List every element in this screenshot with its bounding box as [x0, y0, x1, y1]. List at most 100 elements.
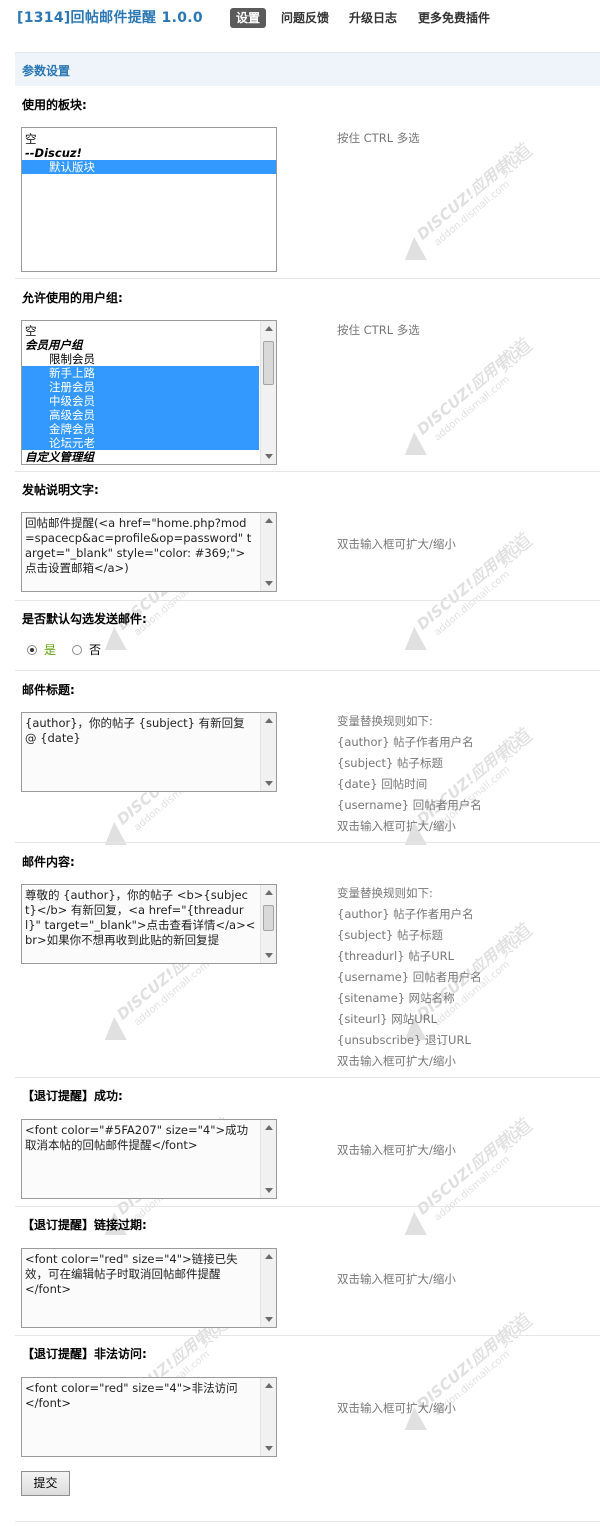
svg-text:贰道: 贰道: [491, 725, 537, 767]
svg-text:DISCUZ!应用中心: DISCUZ!应用中心: [413, 1121, 525, 1219]
forums-select[interactable]: 空 --Discuz! 默认版块: [21, 127, 277, 272]
forums-option[interactable]: --Discuz!: [22, 146, 276, 160]
usergroups-option[interactable]: 空: [22, 324, 259, 338]
mail-content-hint-line: {username} 回帖者用户名: [337, 970, 482, 984]
scroll-up-icon[interactable]: [265, 1254, 273, 1259]
mail-title-scrollbar[interactable]: [260, 713, 276, 791]
usergroups-hint: 按住 CTRL 多选: [337, 323, 420, 337]
scroll-up-icon[interactable]: [265, 326, 273, 331]
unsub-success-textarea[interactable]: <font color="#5FA207" size="4">成功取消本帖的回帖…: [21, 1119, 277, 1199]
usergroups-scrollbar[interactable]: [260, 321, 276, 464]
scroll-up-icon[interactable]: [265, 1383, 273, 1388]
mail-content-hint-line: 变量替换规则如下:: [337, 886, 433, 900]
post-desc-value: 回帖邮件提醒(<a href="home.php?mod=spacecp&ac=…: [25, 516, 252, 575]
svg-text:贰道: 贰道: [491, 140, 537, 182]
radio-yes-label[interactable]: 是: [44, 642, 56, 658]
forums-label: 使用的板块:: [22, 98, 87, 112]
svg-text:addon.dismall.com: addon.dismall.com: [132, 959, 212, 1028]
radio-no[interactable]: [72, 645, 82, 655]
divider: [15, 278, 600, 279]
usergroups-option[interactable]: 自定义管理组: [22, 450, 259, 464]
tab-feedback[interactable]: 问题反馈: [279, 8, 331, 28]
unsub-expired-textarea[interactable]: <font color="red" size="4">链接已失效，可在编辑帖子时…: [21, 1248, 277, 1328]
tab-more-plugins[interactable]: 更多免费插件: [416, 8, 492, 28]
unsub-success-label: 【退订提醒】成功:: [22, 1089, 123, 1103]
mail-title-value: {author}，你的帖子 {subject} 有新回复 @ {date}: [25, 716, 249, 745]
unsub-illegal-value: <font color="red" size="4">非法访问 </font>: [25, 1381, 238, 1410]
usergroups-option[interactable]: 高级会员: [22, 408, 259, 422]
usergroups-option[interactable]: 会员用户组: [22, 338, 259, 352]
radio-no-label[interactable]: 否: [89, 642, 101, 658]
scroll-down-icon[interactable]: [265, 953, 273, 958]
svg-text:addon.dismall.com: addon.dismall.com: [432, 569, 512, 638]
divider: [15, 1206, 600, 1207]
tab-changelog[interactable]: 升级日志: [347, 8, 399, 28]
usergroups-option[interactable]: 限制会员: [22, 352, 259, 366]
unsub-success-scrollbar[interactable]: [260, 1120, 276, 1198]
mail-content-label: 邮件内容:: [22, 855, 75, 869]
scroll-up-icon[interactable]: [265, 718, 273, 723]
svg-text:贰道: 贰道: [491, 335, 537, 377]
mail-title-hint-line: 变量替换规则如下:: [337, 714, 433, 728]
watermark-logo: DISCUZ!应用中心addon.dismall.com贰道: [401, 335, 537, 455]
scroll-down-icon[interactable]: [265, 1446, 273, 1451]
scroll-down-icon[interactable]: [265, 454, 273, 459]
divider: [15, 1521, 600, 1522]
mail-title-textarea[interactable]: {author}，你的帖子 {subject} 有新回复 @ {date}: [21, 712, 277, 792]
mail-content-hint-line: {subject} 帖子标题: [337, 928, 443, 942]
watermark-logo: DISCUZ!应用中心addon.dismall.com贰道: [401, 1115, 537, 1235]
post-desc-scrollbar[interactable]: [260, 513, 276, 591]
usergroups-option[interactable]: 注册会员: [22, 380, 259, 394]
forums-option[interactable]: 空: [22, 132, 276, 146]
usergroups-option[interactable]: 金牌会员: [22, 422, 259, 436]
divider: [15, 471, 600, 472]
scroll-up-icon[interactable]: [265, 518, 273, 523]
unsub-expired-scrollbar[interactable]: [260, 1249, 276, 1327]
svg-text:DISCUZ!应用中心: DISCUZ!应用中心: [413, 341, 525, 439]
svg-text:addon.dismall.com: addon.dismall.com: [432, 179, 512, 248]
unsub-illegal-scrollbar[interactable]: [260, 1378, 276, 1456]
scroll-thumb[interactable]: [263, 341, 274, 385]
scroll-down-icon[interactable]: [265, 581, 273, 586]
divider: [15, 1077, 600, 1078]
scroll-up-icon[interactable]: [265, 1125, 273, 1130]
unsub-success-value: <font color="#5FA207" size="4">成功取消本帖的回帖…: [25, 1123, 249, 1152]
scroll-down-icon[interactable]: [265, 1188, 273, 1193]
svg-text:addon.dismall.com: addon.dismall.com: [432, 1154, 512, 1223]
svg-text:贰道: 贰道: [491, 530, 537, 572]
plugin-title: [1314]回帖邮件提醒 1.0.0: [17, 10, 203, 26]
radio-yes[interactable]: [27, 645, 37, 655]
mail-content-hint-line: {sitename} 网站名称: [337, 991, 455, 1005]
forums-option[interactable]: 默认版块: [22, 160, 276, 174]
unsub-expired-hint: 双击输入框可扩大/缩小: [337, 1272, 456, 1286]
usergroups-option[interactable]: 新手上路: [22, 366, 259, 380]
mail-content-hint-line: {unsubscribe} 退订URL: [337, 1033, 471, 1047]
mail-content-textarea[interactable]: 尊敬的 {author}，你的帖子 <b>{subject}</b> 有新回复，…: [21, 884, 277, 964]
submit-button[interactable]: 提交: [21, 1471, 70, 1496]
default-send-label: 是否默认勾选发送邮件:: [22, 612, 147, 626]
mail-content-scrollbar[interactable]: [260, 885, 276, 963]
post-desc-label: 发帖说明文字:: [22, 483, 99, 497]
mail-content-hint-line: {author} 帖子作者用户名: [337, 907, 474, 921]
scroll-thumb[interactable]: [263, 905, 274, 931]
svg-text:addon.dismall.com: addon.dismall.com: [432, 374, 512, 443]
unsub-illegal-textarea[interactable]: <font color="red" size="4">非法访问 </font>: [21, 1377, 277, 1457]
usergroups-option[interactable]: 中级会员: [22, 394, 259, 408]
tab-settings[interactable]: 设置: [230, 8, 267, 28]
divider: [15, 600, 600, 601]
unsub-expired-label: 【退订提醒】链接过期:: [22, 1218, 147, 1232]
forums-hint: 按住 CTRL 多选: [337, 131, 420, 145]
mail-content-value: 尊敬的 {author}，你的帖子 <b>{subject}</b> 有新回复，…: [25, 888, 256, 947]
scroll-up-icon[interactable]: [265, 890, 273, 895]
watermark-logo: DISCUZ!应用中心addon.dismall.com贰道: [401, 140, 537, 260]
post-desc-textarea[interactable]: 回帖邮件提醒(<a href="home.php?mod=spacecp&ac=…: [21, 512, 277, 592]
post-desc-hint: 双击输入框可扩大/缩小: [337, 537, 456, 551]
scroll-down-icon[interactable]: [265, 781, 273, 786]
divider: [15, 842, 600, 843]
unsub-illegal-hint: 双击输入框可扩大/缩小: [337, 1401, 456, 1415]
usergroups-option[interactable]: 论坛元老: [22, 436, 259, 450]
scroll-down-icon[interactable]: [265, 1317, 273, 1322]
usergroups-select[interactable]: 空会员用户组 限制会员 新手上路 注册会员 中级会员 高级会员 金牌会员 论坛元老 自定义管理组: [21, 320, 277, 465]
unsub-success-hint: 双击输入框可扩大/缩小: [337, 1143, 456, 1157]
mail-title-hint-line: {date} 回帖时间: [337, 777, 428, 791]
